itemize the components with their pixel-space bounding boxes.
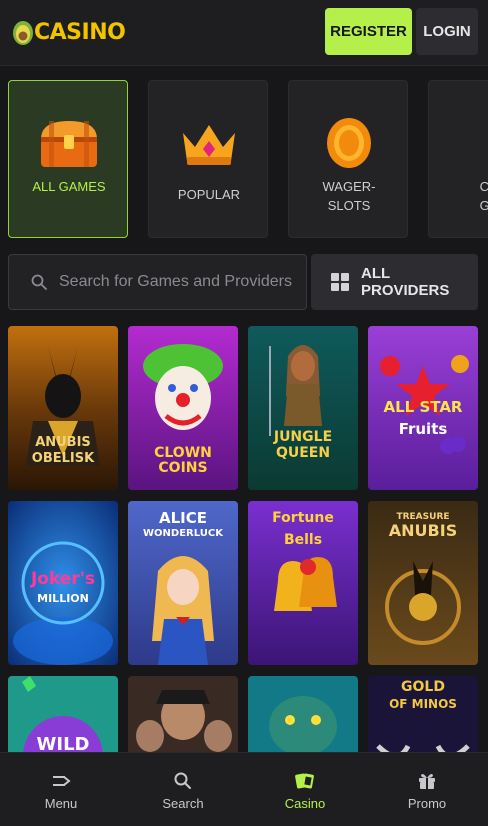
crown-icon	[183, 125, 235, 165]
category-label-line2: SLOTS	[327, 198, 371, 213]
casino-logo[interactable]: CASINO	[12, 14, 126, 50]
game-tile-gold-of-minos[interactable]: GOLD OF MINOS	[368, 676, 478, 752]
search-box[interactable]	[8, 254, 307, 310]
game-title-line1: ANUBIS	[35, 435, 91, 450]
category-wager-slots[interactable]: WAGER- SLOTS	[288, 80, 408, 238]
game-title-line1: JUNGLE	[273, 429, 333, 445]
category-label-line1: WAGER-	[322, 179, 376, 194]
game-title-line1: WILD	[36, 734, 90, 752]
login-button[interactable]: LOGIN	[416, 8, 478, 55]
game-art	[128, 676, 238, 752]
logo-text: CASINO	[34, 19, 126, 45]
category-label-line1: CR	[479, 179, 488, 194]
game-tile-wild[interactable]: WILD	[8, 676, 118, 752]
nav-label: Promo	[407, 796, 447, 811]
menu-arrow-icon	[53, 776, 71, 786]
search-input[interactable]	[59, 273, 299, 291]
grid-icon	[331, 273, 349, 291]
nav-menu[interactable]: Menu	[0, 753, 122, 826]
nav-label: Search	[162, 796, 204, 811]
search-icon	[31, 274, 47, 290]
game-tile-fortune-bells[interactable]: Fortune Bells	[248, 501, 358, 665]
bottom-navigation: Menu Search Casino Promo	[0, 752, 488, 826]
game-title-line2: QUEEN	[275, 445, 331, 461]
game-tile-clown-coins[interactable]: CLOWN COINS	[128, 326, 238, 490]
game-tile-anubis-obelisk[interactable]: ANUBIS OBELISK	[8, 326, 118, 490]
coin-icon	[327, 118, 371, 168]
game-title-line1: GOLD	[401, 679, 445, 695]
game-title-line2: Bells	[283, 532, 323, 548]
register-button[interactable]: REGISTER	[325, 8, 412, 55]
nav-label: Casino	[284, 796, 326, 811]
game-title-line1: ALICE	[158, 509, 207, 527]
nav-promo[interactable]: Promo	[366, 753, 488, 826]
category-all-games[interactable]: ALL GAMES	[8, 80, 128, 238]
game-tile-gangsters[interactable]	[128, 676, 238, 752]
category-label: POPULAR	[177, 187, 241, 202]
game-title-line2: Fruits	[398, 420, 448, 438]
nav-casino[interactable]: Casino	[244, 753, 366, 826]
game-title-line2: WONDERLUCK	[143, 528, 223, 539]
nav-label: Menu	[44, 796, 78, 811]
game-art	[248, 676, 358, 752]
category-partial[interactable]: CR GA	[428, 80, 488, 238]
nav-search[interactable]: Search	[122, 753, 244, 826]
game-title-line1: CLOWN COINS	[154, 445, 212, 476]
category-carousel: ALL GAMES POPULAR WAGER- SLOTS CR GA	[8, 80, 488, 238]
game-tile-jokers-million[interactable]: Joker's MILLION	[8, 501, 118, 665]
top-header: CASINO REGISTER LOGIN	[0, 0, 488, 66]
game-art	[248, 326, 358, 490]
game-title-line1: Fortune	[272, 510, 334, 526]
category-popular[interactable]: POPULAR	[148, 80, 268, 238]
game-title-line1: ALL STAR	[383, 398, 463, 416]
providers-label: ALL PROVIDERS	[361, 265, 450, 299]
game-tile-jungle-beast[interactable]	[248, 676, 358, 752]
partial-category-icon	[459, 117, 488, 169]
category-label: ALL GAMES	[32, 179, 106, 194]
avocado-logo-icon	[13, 21, 33, 45]
game-title-line1: Joker's	[30, 569, 96, 589]
game-title-line2: ANUBIS	[388, 521, 458, 540]
game-title-line2: OBELISK	[31, 451, 95, 466]
game-tile-treasure-anubis[interactable]: TREASURE ANUBIS	[368, 501, 478, 665]
game-title-line2: MILLION	[37, 592, 89, 605]
game-tile-jungle-queen[interactable]: JUNGLE QUEEN	[248, 326, 358, 490]
game-tile-alice-wonderluck[interactable]: ALICE WONDERLUCK	[128, 501, 238, 665]
category-label-line2: GA	[479, 198, 488, 213]
all-providers-button[interactable]: ALL PROVIDERS	[311, 254, 478, 310]
game-tile-all-star-fruits[interactable]: ALL STAR Fruits	[368, 326, 478, 490]
search-icon	[174, 772, 191, 789]
gift-icon	[419, 774, 435, 789]
treasure-chest-icon	[41, 121, 97, 167]
cards-icon	[295, 773, 314, 789]
games-grid: ANUBIS OBELISK CLOWN COINS JUNGLE QUEEN	[8, 326, 478, 752]
game-title-line2: OF MINOS	[389, 697, 457, 711]
